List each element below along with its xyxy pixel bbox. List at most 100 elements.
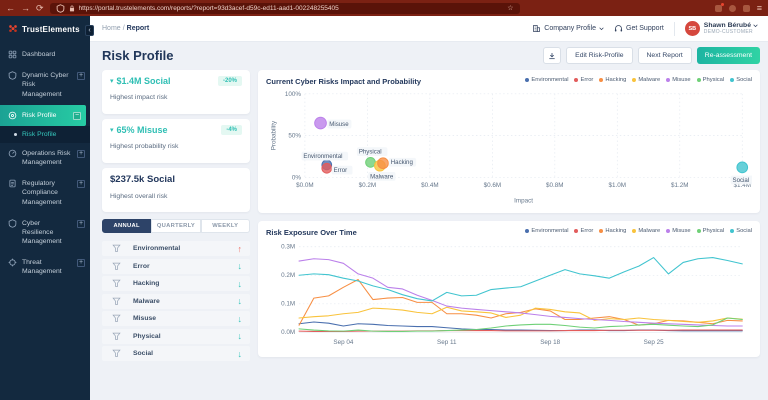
legend-item-misuse[interactable]: Misuse <box>666 228 691 234</box>
legend-item-hacking[interactable]: Hacking <box>599 77 626 83</box>
expand-toggle-icon[interactable]: + <box>77 72 85 81</box>
expand-toggle-icon[interactable]: + <box>77 149 85 158</box>
risk-row-error[interactable]: Error ↓ <box>102 258 250 274</box>
extension-icon[interactable] <box>714 2 724 12</box>
caret-down-icon: ▾ <box>110 127 114 134</box>
risk-row-label: Misuse <box>133 315 157 322</box>
legend-dot-icon <box>632 78 637 82</box>
scatter-chart[interactable]: $0.0M $0.2M $0.4M $0.6M $0.8M $1.0M $1.2M $1.4M… <box>266 88 752 209</box>
risk-row-hacking[interactable]: Hacking ↓ <box>102 276 250 291</box>
scatter-panel: Current Cyber Risks Impact and Probabili… <box>258 70 760 213</box>
sidebar-item-cyber-resilience-management[interactable]: Cyber Resilience Management + <box>0 213 90 253</box>
filter-funnel-icon[interactable] <box>112 332 121 341</box>
download-report-button[interactable] <box>543 47 562 64</box>
next-report-button[interactable]: Next Report <box>637 47 692 64</box>
sidebar-item-threat-management[interactable]: Threat Management + <box>0 252 90 282</box>
legend-item-error[interactable]: Error <box>574 228 593 234</box>
line-series-social[interactable] <box>298 256 743 301</box>
svg-text:Physical: Physical <box>359 149 382 156</box>
legend-dot-icon <box>696 78 701 82</box>
filter-funnel-icon[interactable] <box>112 349 121 358</box>
scatter-point-error[interactable]: Error <box>321 162 353 175</box>
tab-weekly[interactable]: WEEKLY <box>200 219 250 233</box>
legend-item-hacking[interactable]: Hacking <box>599 228 626 234</box>
legend-item-error[interactable]: Error <box>574 77 593 83</box>
sidebar-item-label: Threat Management <box>22 259 62 276</box>
sidebar-item-operations-risk-management[interactable]: Operations Risk Management + <box>0 143 90 173</box>
filter-funnel-icon[interactable] <box>112 244 121 253</box>
page-title: Risk Profile <box>102 48 174 63</box>
summary-card-0: ▾ $1.4M Social -20% Highest impact risk <box>102 70 250 114</box>
filter-funnel-icon[interactable] <box>112 297 121 306</box>
risk-row-physical[interactable]: Physical ↓ <box>102 328 250 344</box>
sidebar-item-dynamic-cyber-risk-management[interactable]: Dynamic Cyber Risk Management + <box>0 65 90 105</box>
browser-forward-icon[interactable]: → <box>21 0 30 16</box>
legend-item-misuse[interactable]: Misuse <box>666 77 691 83</box>
legend-item-physical[interactable]: Physical <box>696 228 724 234</box>
legend-item-physical[interactable]: Physical <box>696 77 724 83</box>
scatter-point-hacking[interactable]: Hacking <box>377 157 417 170</box>
expand-toggle-icon[interactable]: + <box>77 180 85 189</box>
trend-up-icon: ↑ <box>237 243 243 254</box>
breadcrumb-home[interactable]: Home <box>102 25 121 32</box>
edit-risk-profile-button[interactable]: Edit Risk-Profile <box>566 47 633 64</box>
browser-url-bar[interactable]: https://portal.trustelements.com/reports… <box>49 2 520 14</box>
user-menu[interactable]: SB Shawn Bérubé DEMO-CUSTOMER <box>684 21 758 36</box>
doc-icon <box>9 179 16 188</box>
sidebar-item-risk-profile[interactable]: Risk Profile − <box>0 104 86 126</box>
scatter-point-social[interactable]: Social <box>730 161 752 185</box>
legend-dot-icon <box>666 228 671 233</box>
sidebar-collapse-button[interactable]: ‹ <box>85 25 94 36</box>
sidebar-item-dashboard[interactable]: Dashboard <box>0 44 90 65</box>
risk-row-social[interactable]: Social ↓ <box>102 346 250 361</box>
card-delta-badge: -20% <box>217 76 242 86</box>
svg-text:Impact: Impact <box>514 198 533 205</box>
sidebar-nav: Dashboard Dynamic Cyber Risk Management + R… <box>0 44 90 283</box>
expand-toggle-icon[interactable]: + <box>77 259 85 268</box>
risk-row-environmental[interactable]: Environmental ↑ <box>102 241 250 256</box>
app-logo-text: TrustElements <box>22 24 80 34</box>
bookmark-star-icon[interactable]: ☆ <box>507 4 513 12</box>
legend-item-malware[interactable]: Malware <box>632 77 660 83</box>
legend-item-social[interactable]: Social <box>730 228 752 234</box>
svg-text:0.3M: 0.3M <box>281 243 295 250</box>
scatter-point-misuse[interactable]: Misuse <box>314 116 352 130</box>
company-profile-menu[interactable]: Company Profile <box>532 24 604 33</box>
legend-item-environmental[interactable]: Environmental <box>525 77 568 83</box>
browser-menu-icon[interactable]: ≡ <box>757 0 762 16</box>
line-series-physical[interactable] <box>298 316 743 332</box>
card-value: $1.4M Social <box>116 76 171 86</box>
legend-item-environmental[interactable]: Environmental <box>525 228 568 234</box>
browser-back-icon[interactable]: ← <box>6 0 15 16</box>
svg-text:Misuse: Misuse <box>329 121 349 128</box>
expand-toggle-icon[interactable]: + <box>77 219 85 228</box>
app-logo[interactable]: TrustElements <box>0 16 90 44</box>
filter-funnel-icon[interactable] <box>112 279 121 288</box>
target-icon <box>8 111 17 119</box>
browser-reload-icon[interactable]: ⟳ <box>36 0 44 16</box>
line-legend: Environmental Error Hacking Malware Misuse Ph… <box>525 228 752 234</box>
extension-icon[interactable] <box>728 4 736 12</box>
line-chart[interactable]: 0.0M 0.1M 0.2M 0.3M Sep 04 Sep 11 Sep 18 Sep 25 <box>266 239 752 354</box>
sidebar-item-regulatory-compliance-management[interactable]: Regulatory Compliance Management + <box>0 173 90 213</box>
risk-row-malware[interactable]: Malware ↓ <box>102 293 250 309</box>
line-series-malware[interactable] <box>298 306 743 323</box>
sidebar-subitem-risk-profile[interactable]: Risk Profile <box>0 125 90 143</box>
extension-icon[interactable] <box>742 4 750 12</box>
reassessment-button[interactable]: Re-assessment <box>696 47 760 64</box>
risk-row-misuse[interactable]: Misuse ↓ <box>102 311 250 326</box>
legend-item-social[interactable]: Social <box>730 77 752 83</box>
line-series-environmental[interactable] <box>298 320 743 331</box>
sidebar-item-label: Cyber Resilience Management <box>22 219 62 246</box>
legend-dot-icon <box>632 228 637 233</box>
get-support-link[interactable]: Get Support <box>614 24 664 33</box>
download-icon <box>549 52 555 59</box>
tab-quarterly[interactable]: QUARTERLY <box>151 219 201 233</box>
expand-toggle-icon[interactable]: − <box>73 111 81 120</box>
tab-annual[interactable]: ANNUAL <box>102 219 152 233</box>
sidebar-item-label: Risk Profile <box>22 111 57 119</box>
legend-item-malware[interactable]: Malware <box>632 228 660 234</box>
filter-funnel-icon[interactable] <box>112 314 121 323</box>
filter-funnel-icon[interactable] <box>112 262 121 271</box>
scatter-legend: Environmental Error Hacking Malware Misuse Ph… <box>525 77 752 83</box>
